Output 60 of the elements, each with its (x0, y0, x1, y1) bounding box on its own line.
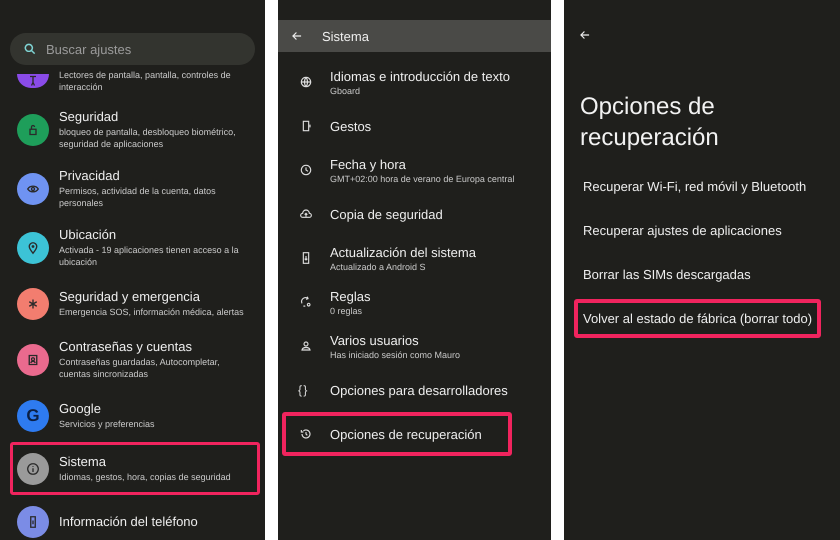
system-item[interactable]: Opciones de recuperación (282, 412, 512, 456)
recovery-option[interactable]: Recuperar ajustes de aplicaciones (574, 211, 791, 250)
item-subtitle: Lectores de pantalla, pantalla, controles de interacción (59, 69, 232, 93)
item-title: Google (59, 401, 102, 416)
item-title: Sistema (59, 454, 107, 469)
clock-icon (298, 162, 314, 178)
item-title: Contraseñas y cuentas (59, 339, 193, 354)
item-title: Gestos (330, 118, 372, 134)
system-item[interactable]: Fecha y hora GMT+02:00 hora de verano de Europa central (282, 148, 530, 192)
item-subtitle: GMT+02:00 hora de verano de Europa central (330, 174, 514, 184)
system-item[interactable]: { } Opciones para desarrolladores (282, 368, 524, 412)
system-item[interactable]: Copia de seguridad (282, 192, 459, 236)
system-item[interactable]: Idiomas e introducción de texto Gboard (282, 60, 526, 104)
settings-item[interactable]: G Google Servicios y preferencias (10, 389, 260, 442)
item-subtitle: Activada - 19 aplicaciones tienen acceso a la ubicación (59, 244, 240, 268)
settings-item[interactable]: Seguridad bloqueo de pantalla, desbloqueo biométrico, seguridad de aplicaciones (10, 100, 260, 159)
item-title: Opciones para desarrolladores (330, 382, 508, 398)
recovery-option[interactable]: Volver al estado de fábrica (borrar todo) (574, 299, 822, 338)
item-title: Opciones de recuperación (330, 426, 482, 442)
item-title: Copia de seguridad (330, 206, 443, 222)
search-icon (23, 42, 37, 56)
item-title: Fecha y hora (330, 156, 407, 172)
settings-item[interactable]: Lectores de pantalla, pantalla, controles de interacción (10, 65, 260, 100)
recovery-option[interactable]: Recuperar Wi-Fi, red móvil y Bluetooth (574, 167, 816, 206)
item-subtitle: 0 reglas (330, 306, 364, 316)
item-subtitle: Idiomas, gestos, hora, copias de seguridad (59, 471, 231, 483)
item-title: Idiomas e introducción de texto (330, 68, 510, 84)
item-subtitle: Actualizado a Android S (330, 262, 427, 272)
item-title: Información del teléfono (59, 514, 198, 529)
item-title: Varios usuarios (330, 332, 420, 348)
item-title: Seguridad y emergencia (59, 289, 201, 304)
item-title: Actualización del sistema (330, 244, 476, 260)
system-item[interactable]: Varios usuarios Has iniciado sesión como Mauro (282, 324, 476, 368)
item-subtitle: Emergencia SOS, información médica, alertas (59, 306, 244, 318)
settings-item[interactable]: Información del teléfono (10, 495, 260, 540)
item-subtitle: Has iniciado sesión como Mauro (330, 350, 460, 360)
braces-icon: { } (298, 383, 314, 397)
item-subtitle: bloqueo de pantalla, desbloqueo biométrico, seguridad de aplicaciones (59, 126, 237, 150)
settings-item[interactable]: Ubicación Activada - 19 aplicaciones tienen acceso a la ubicación (10, 218, 260, 277)
item-title: Privacidad (59, 168, 121, 183)
page-title: Opciones de recuperación (580, 92, 720, 153)
system-item[interactable]: Gestos (282, 104, 388, 148)
system-item[interactable]: Actualización del sistema Actualizado a Android S (282, 236, 492, 280)
google-icon: G (17, 400, 49, 432)
item-title: Reglas (330, 288, 370, 304)
search-field[interactable]: Buscar ajustes (10, 33, 255, 65)
globe-icon (298, 74, 314, 90)
screen-title: Sistema (322, 28, 369, 44)
item-subtitle: Servicios y preferencias (59, 418, 155, 430)
recovery-option[interactable]: Borrar las SIMs descargadas (574, 255, 760, 294)
settings-item[interactable]: Sistema Idiomas, gestos, hora, copias de seguridad (10, 442, 260, 495)
item-subtitle: Permisos, actividad de la cuenta, datos personales (59, 185, 217, 209)
settings-item[interactable]: Seguridad y emergencia Emergencia SOS, información médica, alertas (10, 277, 260, 330)
item-subtitle: Gboard (330, 86, 362, 96)
system-item[interactable]: Reglas 0 reglas (282, 280, 386, 324)
item-subtitle: Contraseñas guardadas, Autocompletar, cuentas sincronizadas (59, 356, 221, 380)
item-title: Ubicación (59, 227, 118, 242)
settings-item[interactable]: Contraseñas y cuentas Contraseñas guardadas, Autocompletar, cuentas sincronizadas (10, 330, 260, 389)
item-title: Seguridad (59, 109, 120, 124)
settings-item[interactable]: Privacidad Permisos, actividad de la cuenta, datos personales (10, 159, 260, 218)
